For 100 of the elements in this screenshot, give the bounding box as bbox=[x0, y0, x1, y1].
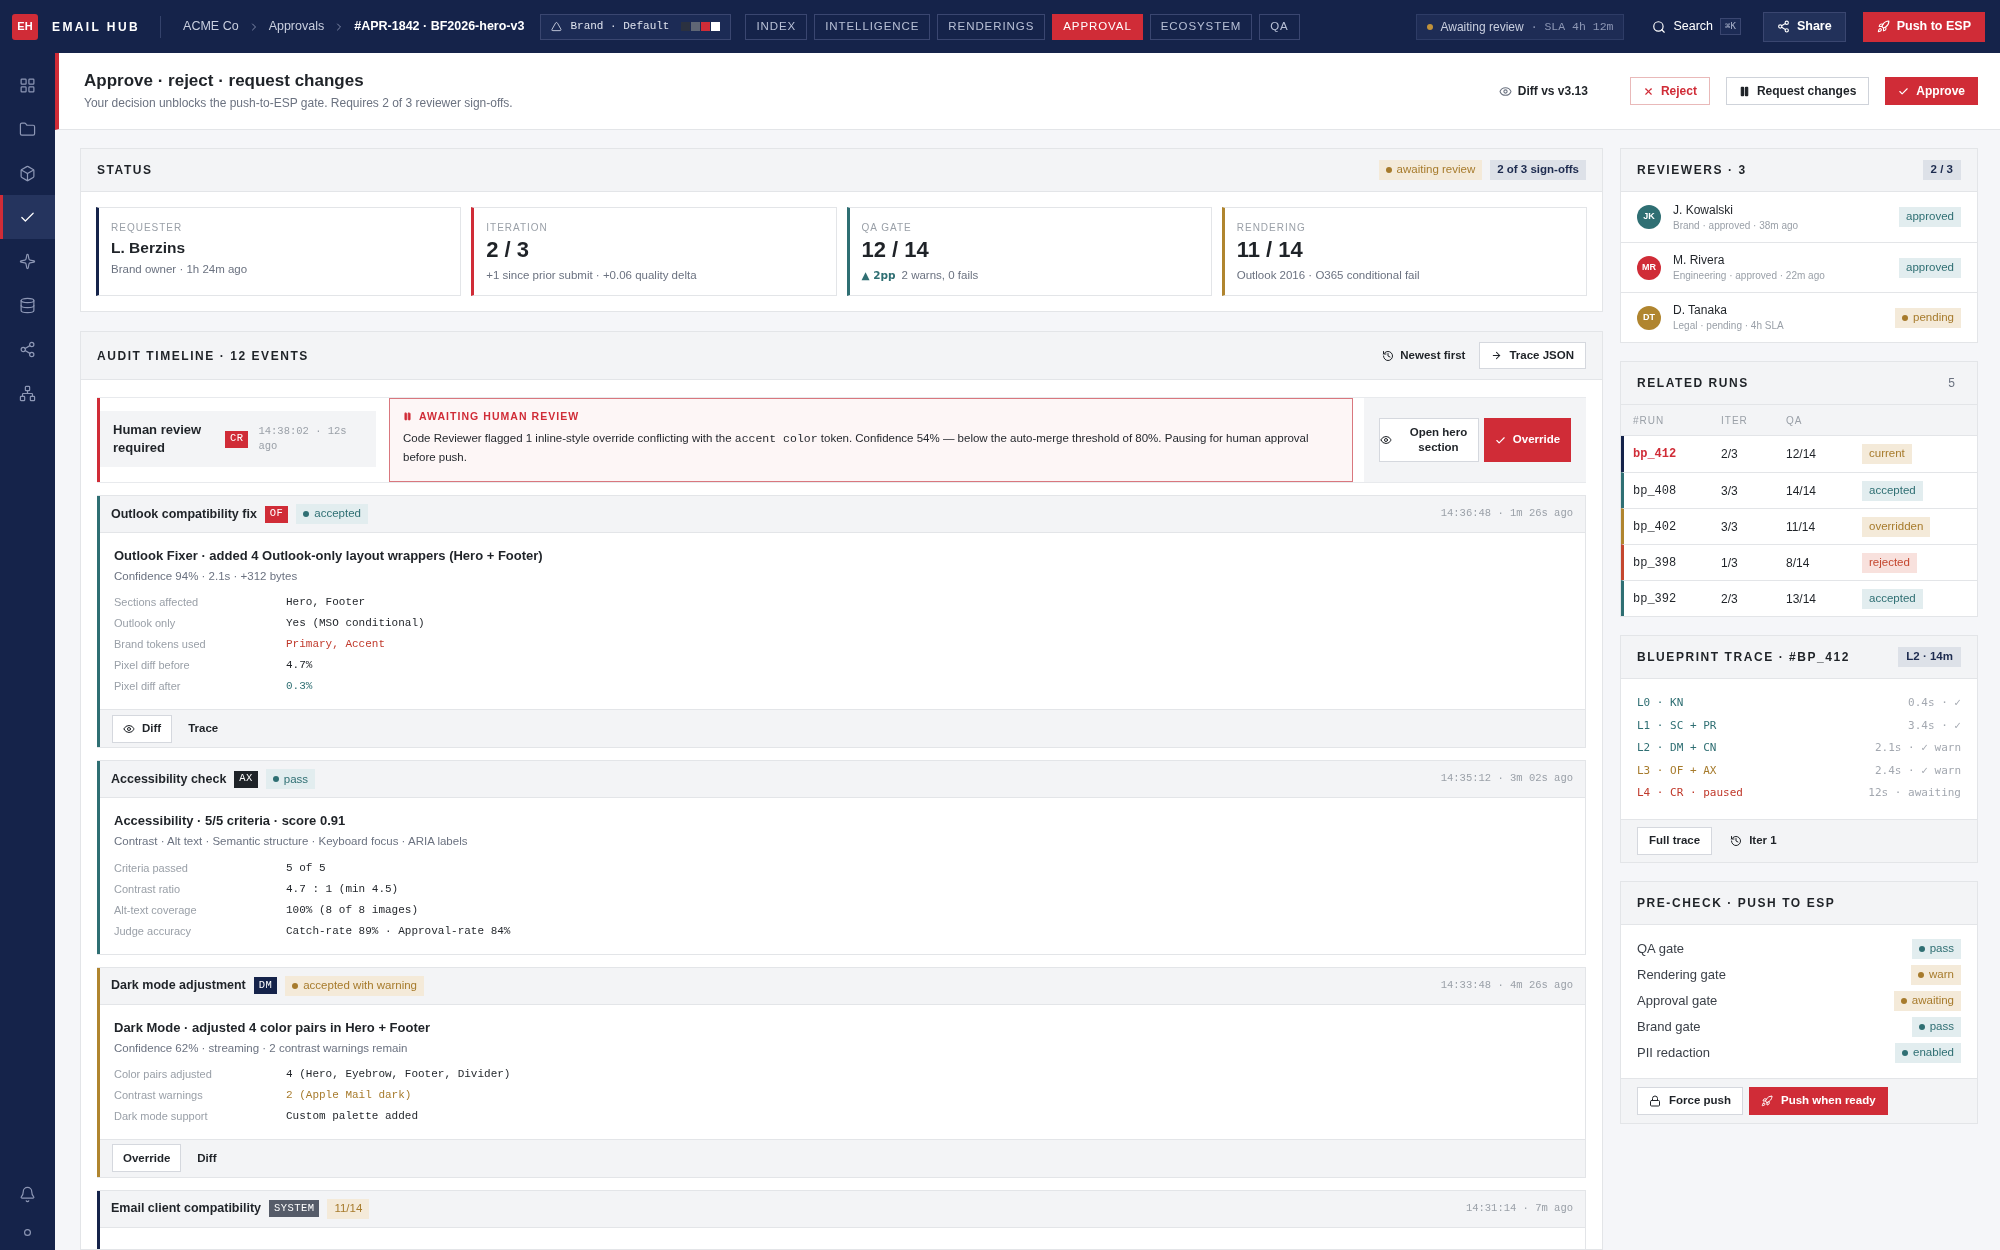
search-button[interactable]: Search ⌘K bbox=[1652, 17, 1741, 36]
breadcrumb-link[interactable]: #APR-1842 · BF2026-hero-v3 bbox=[354, 17, 525, 36]
shortcut-key: ⌘K bbox=[1720, 17, 1741, 36]
stat-label: ITERATION bbox=[486, 221, 549, 235]
agent-badge: OF bbox=[264, 505, 289, 523]
trace-json-button[interactable]: Trace JSON bbox=[1479, 342, 1586, 369]
run-row[interactable]: bp_402 3/3 11/14 overridden bbox=[1621, 508, 1977, 544]
reviewer-detail: Brand · approved · 38m ago bbox=[1673, 218, 1799, 233]
action-button[interactable]: Trace bbox=[177, 714, 230, 743]
action-button[interactable]: Diff bbox=[186, 1144, 228, 1173]
detail-value: Custom palette added bbox=[286, 1108, 420, 1124]
action-button[interactable]: Diff bbox=[112, 714, 173, 743]
sidebar-button[interactable] bbox=[0, 195, 55, 239]
trace-result: 3.4s · ✓ bbox=[1908, 717, 1961, 734]
breadcrumb-link[interactable]: ACME Co bbox=[183, 17, 239, 36]
breadcrumb-link[interactable]: Approvals bbox=[268, 17, 325, 36]
nav-tab[interactable]: ECOSYSTEM bbox=[1149, 13, 1253, 40]
detail-value: 4 (Hero, Eyebrow, Footer, Divider) bbox=[286, 1066, 512, 1082]
check-icon bbox=[1494, 434, 1506, 446]
folder-icon bbox=[19, 120, 36, 138]
alert-title: AWAITING HUMAN REVIEW bbox=[419, 409, 580, 424]
run-row[interactable]: bp_412 2/3 12/14 current bbox=[1621, 436, 1977, 472]
brand-label: Brand · Default bbox=[570, 19, 670, 35]
reviewer-name: M. Rivera bbox=[1673, 252, 1726, 268]
stat-detail: Brand owner · 1h 24m ago bbox=[111, 262, 248, 277]
bell-icon[interactable] bbox=[19, 1186, 36, 1203]
column-header: #RUN bbox=[1633, 413, 1666, 428]
stat-value: L. Berzins bbox=[111, 238, 187, 258]
run-row[interactable]: bp_398 1/3 8/14 rejected bbox=[1621, 544, 1977, 580]
pause-icon bbox=[1738, 85, 1750, 97]
detail-label: Contrast warnings bbox=[114, 1087, 204, 1103]
detail-value: 2 (Apple Mail dark) bbox=[286, 1087, 413, 1103]
history-icon bbox=[1730, 834, 1743, 847]
push-button[interactable]: Push to ESP bbox=[1862, 11, 1985, 42]
nav-tab[interactable]: RENDERINGS bbox=[937, 13, 1046, 40]
reject-button[interactable]: Reject bbox=[1629, 77, 1710, 105]
check-icon bbox=[1898, 85, 1910, 97]
trace-step: L1 · SC + PR bbox=[1637, 717, 1717, 734]
run-iteration: 2/3 bbox=[1721, 590, 1739, 608]
status-badge: approved bbox=[1899, 207, 1961, 227]
grid-icon bbox=[19, 76, 36, 94]
status-label: awaiting review bbox=[1396, 162, 1476, 178]
rocket-icon bbox=[1876, 20, 1890, 33]
sparkle-icon bbox=[19, 252, 36, 270]
trace-step: L4 · CR · paused bbox=[1637, 785, 1743, 802]
arrow-right-icon bbox=[1491, 350, 1503, 361]
event-time: 14:36:48 · 1m 26s ago bbox=[1440, 506, 1573, 522]
status-label: pending bbox=[1913, 309, 1954, 325]
stat-value: 12 / 14 bbox=[861, 236, 930, 264]
share-button[interactable]: Share bbox=[1762, 11, 1846, 42]
approve-button[interactable]: Approve bbox=[1885, 77, 1978, 105]
trace-result: 2.1s · ✓ warn bbox=[1874, 740, 1961, 756]
event-summary: Accessibility · 5/5 criteria · score 0.91 bbox=[114, 812, 347, 831]
agent-badge: CR bbox=[225, 430, 249, 448]
share-icon bbox=[19, 340, 36, 358]
stat-label: REQUESTER bbox=[111, 221, 184, 235]
gate-label: PII redaction bbox=[1637, 1043, 1710, 1062]
run-count: 5 bbox=[1948, 375, 1955, 392]
alert-message: Code Reviewer flagged 1 inline-style override conflicting with the accent color token. Confidence 54% — below the auto-merge threshold of 80%. Pausing for human approval before push. bbox=[403, 430, 1310, 465]
override-button[interactable]: Override bbox=[1484, 418, 1571, 462]
diff-link[interactable]: Diff vs v3.13 bbox=[1498, 82, 1588, 100]
detail-value: Hero, Footer bbox=[286, 595, 367, 611]
iteration-button[interactable]: Iter 1 bbox=[1724, 831, 1783, 850]
card-title: RELATED RUNS bbox=[1637, 375, 1749, 392]
full-trace-button[interactable]: Full trace bbox=[1637, 826, 1713, 855]
event-summary: Dark Mode · adjusted 4 color pairs in Hero + Footer bbox=[114, 1018, 432, 1037]
force-push-button[interactable]: Force push bbox=[1637, 1086, 1743, 1115]
event-time: 14:35:12 · 3m 02s ago bbox=[1440, 771, 1573, 787]
nav-tab[interactable]: INDEX bbox=[745, 13, 808, 40]
brand-selector[interactable]: Brand · Default bbox=[540, 13, 732, 40]
review-status-label: Awaiting review bbox=[1440, 18, 1524, 36]
event-title: Outlook compatibility fix bbox=[111, 505, 257, 523]
column-header: QA bbox=[1786, 413, 1804, 428]
action-button[interactable]: Open hero section bbox=[1379, 418, 1479, 462]
action-button[interactable]: Override bbox=[112, 1144, 182, 1173]
nav-tab[interactable]: INTELLIGENCE bbox=[814, 13, 931, 40]
detail-label: Outlook only bbox=[114, 616, 177, 632]
detail-value: 4.7 : 1 (min 4.5) bbox=[286, 881, 400, 897]
nav-tab[interactable]: APPROVAL bbox=[1052, 13, 1143, 40]
event-title: Dark mode adjustment bbox=[111, 977, 246, 995]
push-when-ready-button[interactable]: Push when ready bbox=[1749, 1086, 1888, 1115]
detail-value: 0.3% bbox=[286, 679, 314, 695]
page-subtitle: Your decision unblocks the push-to-ESP gate. Requires 2 of 3 reviewer sign-offs. bbox=[84, 95, 513, 112]
stat-value: 2 / 3 bbox=[486, 236, 531, 264]
run-row[interactable]: bp_392 2/3 13/14 accepted bbox=[1621, 580, 1977, 616]
cube-icon bbox=[19, 164, 36, 182]
nav-tab[interactable]: QA bbox=[1259, 13, 1300, 40]
sort-button[interactable]: Newest first bbox=[1382, 346, 1466, 365]
rocket-icon bbox=[1761, 1094, 1773, 1107]
run-qa: 13/14 bbox=[1786, 590, 1818, 608]
page-title: Approve · reject · request changes bbox=[84, 70, 365, 92]
run-id: bp_408 bbox=[1633, 482, 1678, 500]
request-changes-button[interactable]: Request changes bbox=[1725, 77, 1870, 105]
column-header: ITER bbox=[1721, 413, 1749, 428]
status-badge: accepted bbox=[1862, 588, 1923, 609]
event-meta: Confidence 62% · streaming · 2 contrast warnings remain bbox=[114, 1040, 409, 1056]
detail-label: Judge accuracy bbox=[114, 923, 193, 939]
run-row[interactable]: bp_408 3/3 14/14 accepted bbox=[1621, 472, 1977, 508]
ring-icon[interactable] bbox=[24, 1229, 31, 1236]
database-icon bbox=[19, 296, 36, 314]
